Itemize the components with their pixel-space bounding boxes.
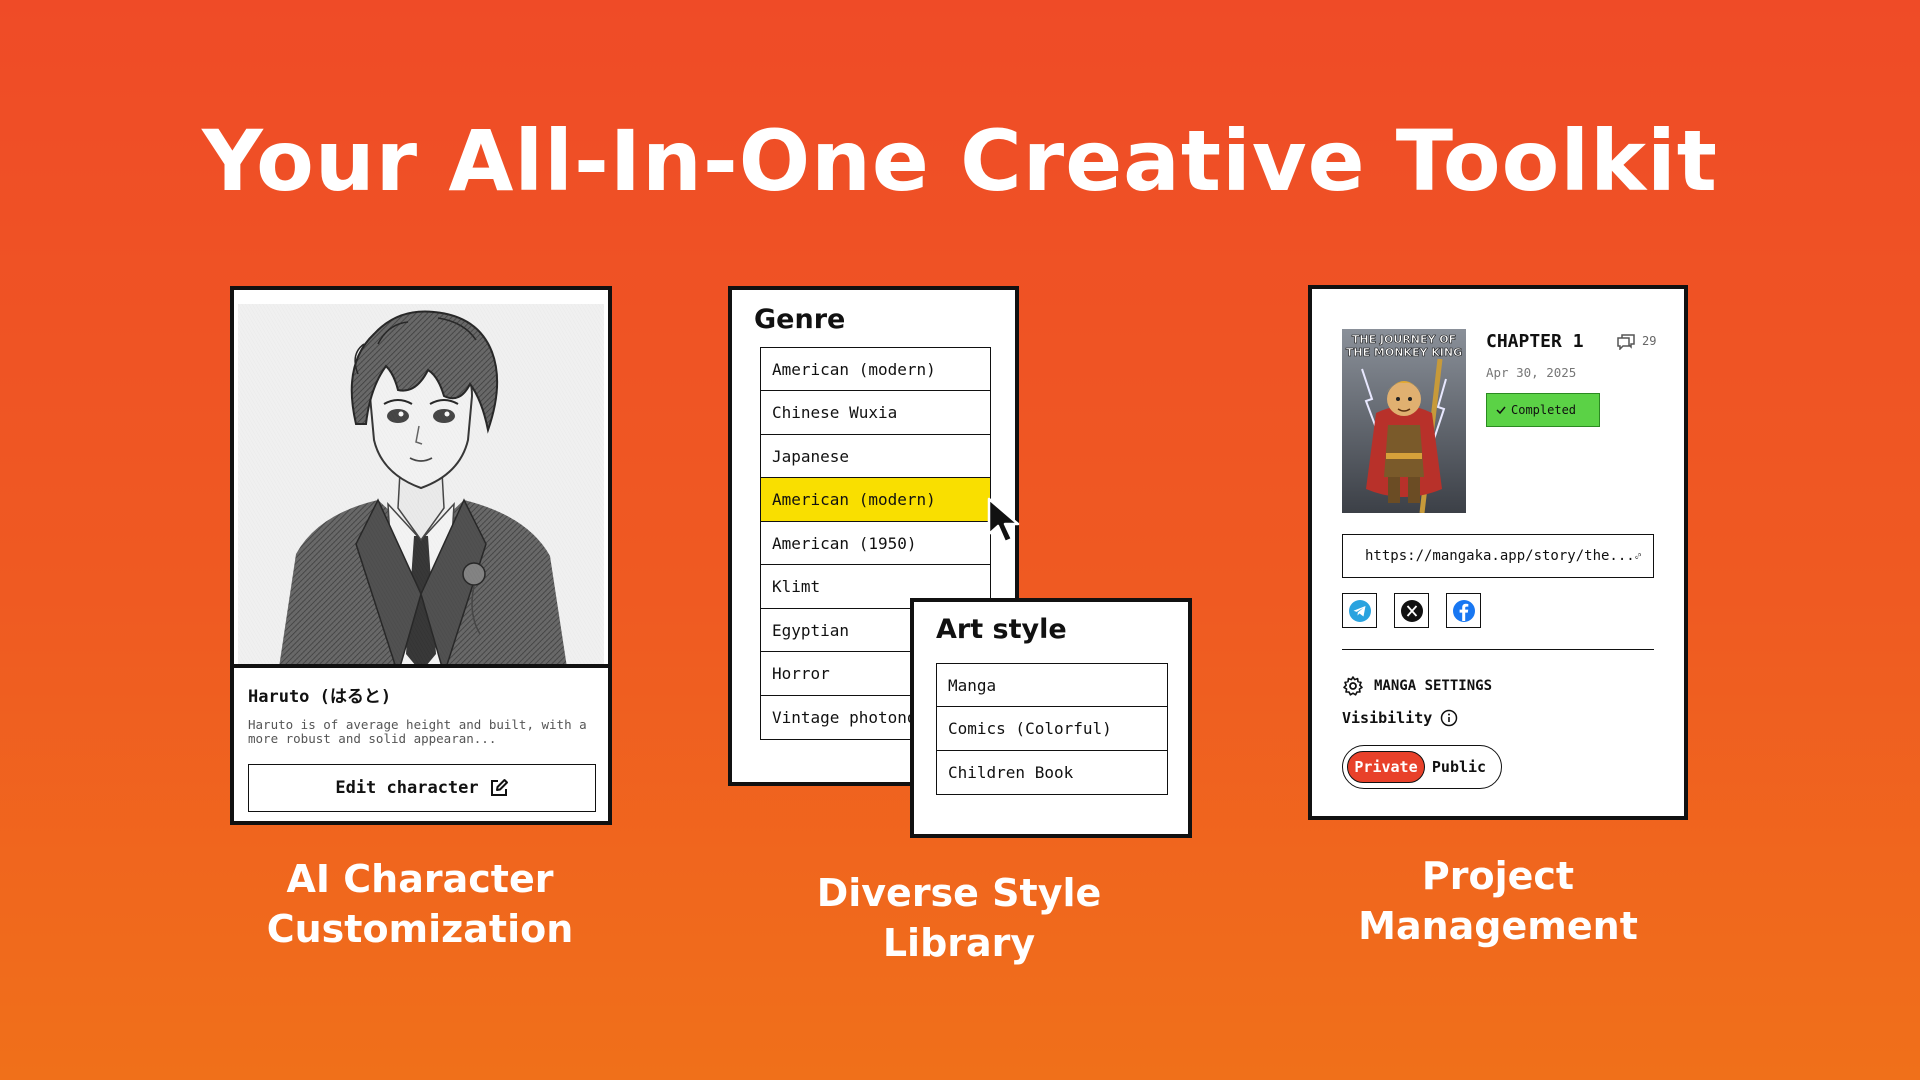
share-buttons bbox=[1342, 593, 1481, 628]
art-style-list: Manga Comics (Colorful) Children Book bbox=[936, 662, 1168, 795]
edit-character-label: Edit character bbox=[335, 778, 479, 798]
character-name: Haruto (はると) bbox=[248, 687, 392, 707]
check-icon bbox=[1496, 406, 1506, 415]
info-icon[interactable] bbox=[1440, 709, 1458, 727]
style-caption-line1: Diverse Style bbox=[816, 871, 1102, 915]
gear-icon bbox=[1343, 676, 1363, 696]
comment-count-value: 29 bbox=[1642, 334, 1657, 348]
chapter-title: CHAPTER 1 bbox=[1486, 331, 1584, 352]
style-caption: Diverse Style Library bbox=[749, 868, 1169, 968]
character-caption-line1: AI Character bbox=[286, 857, 554, 901]
page-title: Your All-In-One Creative Toolkit bbox=[202, 112, 1718, 210]
project-caption-line2: Management bbox=[1358, 904, 1638, 948]
art-style-list-item[interactable]: Manga bbox=[936, 662, 1168, 708]
genre-list-item[interactable]: American (modern) bbox=[760, 477, 991, 522]
cover-illustration: THE JOURNEY OF THE MONKEY KING bbox=[1342, 329, 1466, 513]
link-icon[interactable] bbox=[1635, 546, 1641, 566]
cover-title-line1: THE JOURNEY OF bbox=[1352, 333, 1456, 346]
divider bbox=[1342, 649, 1654, 650]
project-caption: Project Management bbox=[1288, 851, 1708, 951]
facebook-icon bbox=[1452, 599, 1475, 622]
telegram-icon bbox=[1348, 599, 1371, 622]
genre-list-item[interactable]: American (1950) bbox=[760, 520, 991, 566]
art-style-list-item[interactable]: Comics (Colorful) bbox=[936, 706, 1168, 751]
manga-settings-header: MANGA SETTINGS bbox=[1342, 675, 1492, 697]
edit-icon bbox=[490, 779, 508, 796]
project-panel: THE JOURNEY OF THE MONKEY KING CHAPTER 1… bbox=[1308, 285, 1688, 820]
visibility-row: Visibility bbox=[1342, 709, 1458, 727]
share-url-field[interactable]: https://mangaka.app/story/the... bbox=[1342, 534, 1654, 578]
style-caption-line2: Library bbox=[882, 921, 1036, 965]
character-description: Haruto is of average height and built, w… bbox=[248, 717, 587, 746]
character-info: Haruto (はると) Haruto is of average height… bbox=[234, 664, 608, 821]
character-card: Haruto (はると) Haruto is of average height… bbox=[230, 286, 612, 825]
comments-icon bbox=[1617, 334, 1635, 350]
character-caption: AI Character Customization bbox=[210, 854, 630, 954]
character-caption-line2: Customization bbox=[266, 907, 574, 951]
genre-title: Genre bbox=[754, 304, 846, 335]
visibility-private-option[interactable]: Private bbox=[1347, 751, 1425, 783]
genre-list-item[interactable]: Japanese bbox=[760, 433, 991, 479]
art-style-panel: Art style Manga Comics (Colorful) Children… bbox=[910, 598, 1192, 838]
cover-title-line2: THE MONKEY KING bbox=[1346, 346, 1462, 359]
visibility-label: Visibility bbox=[1342, 709, 1433, 727]
visibility-toggle: Private Public bbox=[1342, 745, 1502, 789]
edit-character-button[interactable]: Edit character bbox=[248, 764, 596, 812]
genre-list-item[interactable]: Chinese Wuxia bbox=[760, 390, 991, 435]
manga-settings-label: MANGA SETTINGS bbox=[1374, 678, 1493, 694]
status-badge: Completed bbox=[1486, 393, 1600, 427]
share-x-button[interactable] bbox=[1394, 593, 1429, 628]
character-portrait-illustration bbox=[238, 304, 604, 674]
x-icon bbox=[1400, 599, 1423, 622]
status-label: Completed bbox=[1511, 403, 1577, 417]
genre-list-item[interactable]: American (modern) bbox=[760, 346, 991, 392]
mouse-cursor-icon bbox=[987, 497, 1020, 544]
share-url-text: https://mangaka.app/story/the... bbox=[1365, 548, 1635, 564]
art-style-title: Art style bbox=[936, 614, 1067, 645]
share-telegram-button[interactable] bbox=[1342, 593, 1377, 628]
comment-count[interactable]: 29 bbox=[1616, 332, 1656, 350]
manga-cover-image[interactable]: THE JOURNEY OF THE MONKEY KING bbox=[1342, 329, 1466, 513]
art-style-list-item[interactable]: Children Book bbox=[936, 749, 1168, 795]
visibility-public-option[interactable]: Public bbox=[1425, 751, 1493, 783]
share-facebook-button[interactable] bbox=[1446, 593, 1481, 628]
chapter-date: Apr 30, 2025 bbox=[1486, 365, 1577, 380]
character-portrait-image bbox=[238, 304, 604, 674]
project-caption-line1: Project bbox=[1421, 854, 1575, 898]
